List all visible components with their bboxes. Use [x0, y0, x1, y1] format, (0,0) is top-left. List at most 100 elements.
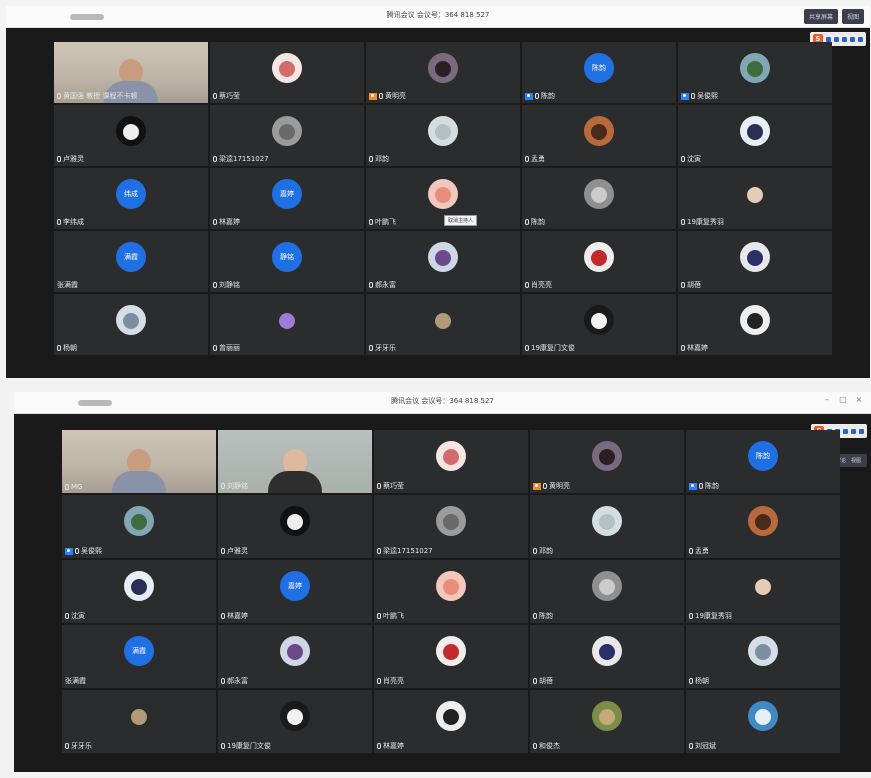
dark-character-avatar: [592, 441, 622, 472]
toolbar-dot-icon[interactable]: [843, 428, 848, 434]
view-menu-item[interactable]: 视图: [851, 457, 861, 464]
participant-tile[interactable]: 静铭 刘静铭: [210, 231, 364, 292]
participant-tile[interactable]: 林嘉婷: [374, 690, 528, 753]
participant-tile[interactable]: 陈韵 陈韵: [522, 42, 676, 103]
toolbar-dot-icon[interactable]: [858, 36, 863, 42]
participant-tile[interactable]: 陈韵: [530, 560, 684, 623]
video-feed: [62, 430, 216, 493]
mic-icon: [681, 219, 685, 225]
participant-tile[interactable]: 吴俊熙: [678, 42, 832, 103]
toolbar-dot-icon[interactable]: [851, 428, 856, 434]
participant-tile[interactable]: 胡蓓: [530, 625, 684, 688]
participant-name: 陈韵: [689, 481, 719, 491]
participant-tile[interactable]: 梁逵17151027: [374, 495, 528, 558]
participant-tile[interactable]: 曾丽丽: [210, 294, 364, 355]
participant-tile[interactable]: 陈韵 陈韵: [686, 430, 840, 493]
mic-icon: [377, 678, 381, 684]
participant-tile[interactable]: 刘冠斌: [686, 690, 840, 753]
participant-tile[interactable]: 叶鹏飞: [366, 168, 520, 229]
participant-tile[interactable]: 纬成 李纬成: [54, 168, 208, 229]
participant-name-text: 邓韵: [375, 155, 389, 163]
boy-avatar: [280, 636, 310, 667]
participant-tile[interactable]: 郝永富: [366, 231, 520, 292]
participant-tile[interactable]: 卢雅灵: [54, 105, 208, 166]
close-button[interactable]: ×: [853, 395, 865, 404]
participant-name: 孟勇: [525, 154, 545, 164]
participant-name: 牙牙乐: [65, 741, 92, 751]
participant-name: 19康复门文俊: [525, 343, 575, 353]
participant-tile[interactable]: 19康复门文俊: [218, 690, 372, 753]
toolbar-dot-icon[interactable]: [842, 36, 847, 42]
participant-tile[interactable]: 刘静铭: [218, 430, 372, 493]
participant-name: 19康复门文俊: [221, 741, 271, 751]
participant-name-text: 陈韵: [705, 482, 719, 490]
participant-tile[interactable]: 19康复秀羽: [678, 168, 832, 229]
participant-tile[interactable]: 黄国强 教授 课程不卡顿: [54, 42, 208, 103]
participant-tile[interactable]: MG: [62, 430, 216, 493]
text-avatar: [584, 178, 614, 209]
toolbar-dot-icon[interactable]: [834, 36, 839, 42]
participant-name-text: 肖亮亮: [531, 281, 552, 289]
participant-tile[interactable]: 陈韵: [522, 168, 676, 229]
participant-name: 林嘉婷: [213, 217, 240, 227]
participant-name: 叶鹏飞: [377, 611, 404, 621]
participant-tile[interactable]: 黄明亮: [530, 430, 684, 493]
participant-name: 牙牙乐: [369, 343, 396, 353]
participant-tile[interactable]: 19康复秀羽: [686, 560, 840, 623]
participant-name-text: 黄明亮: [549, 482, 570, 490]
participant-tile[interactable]: 胡蓓: [678, 231, 832, 292]
participant-tile[interactable]: 满霞 张满霞: [54, 231, 208, 292]
participant-tile[interactable]: 肖亮亮: [522, 231, 676, 292]
participant-tile[interactable]: 沈寅: [62, 560, 216, 623]
participant-tile[interactable]: 满霞 张满霞: [62, 625, 216, 688]
mic-icon: [699, 483, 703, 489]
share-screen-button[interactable]: 共享屏幕: [803, 9, 838, 24]
participant-tile[interactable]: 林嘉婷: [678, 294, 832, 355]
participant-name: 刘静铭: [221, 481, 248, 491]
participant-tile[interactable]: 邓韵: [530, 495, 684, 558]
mic-icon: [369, 219, 373, 225]
participant-name: 沈寅: [681, 154, 701, 164]
participant-tile[interactable]: 19康复门文俊: [522, 294, 676, 355]
participant-tile[interactable]: 嘉婷 林嘉婷: [210, 168, 364, 229]
participant-name-text: 沈寅: [687, 155, 701, 163]
participant-tile[interactable]: 黄明亮: [366, 42, 520, 103]
participant-name-text: 沈寅: [71, 612, 85, 620]
participant-tile[interactable]: 肖亮亮: [374, 625, 528, 688]
participant-tile[interactable]: 沈寅: [678, 105, 832, 166]
participant-tile[interactable]: 卢雅灵: [218, 495, 372, 558]
participant-tile[interactable]: 嘉婷 林嘉婷: [218, 560, 372, 623]
initials-avatar: 静铭: [272, 241, 302, 272]
mic-icon: [681, 345, 685, 351]
view-button[interactable]: 视图: [841, 9, 864, 24]
participant-tile[interactable]: 梁逵17151027: [210, 105, 364, 166]
participant-name-text: 郝永富: [375, 281, 396, 289]
participant-name: 刘冠斌: [689, 741, 716, 751]
participant-tile[interactable]: 孟勇: [686, 495, 840, 558]
toolbar-dot-icon[interactable]: [826, 36, 831, 42]
participant-tile[interactable]: 牙牙乐: [62, 690, 216, 753]
mic-icon: [57, 219, 61, 225]
participant-tile[interactable]: 蔡巧莹: [210, 42, 364, 103]
participant-tile[interactable]: 杨朝: [686, 625, 840, 688]
participant-name-text: 肖亮亮: [383, 677, 404, 685]
participant-tile[interactable]: 邓韵: [366, 105, 520, 166]
minimize-button[interactable]: –: [821, 395, 833, 404]
participant-tile[interactable]: 牙牙乐: [366, 294, 520, 355]
participant-name-text: 卢雅灵: [63, 155, 84, 163]
mic-icon: [57, 345, 61, 351]
participant-tile[interactable]: 叶鹏飞: [374, 560, 528, 623]
maximize-button[interactable]: □: [837, 395, 849, 404]
participant-name-text: 19康复秀羽: [695, 612, 732, 620]
participant-tile[interactable]: 孟勇: [522, 105, 676, 166]
mic-icon: [369, 282, 373, 288]
toolbar-dot-icon[interactable]: [859, 428, 864, 434]
participant-tile[interactable]: 郝永富: [218, 625, 372, 688]
participant-tile[interactable]: 和俊杰: [530, 690, 684, 753]
toolbar-dot-icon[interactable]: [850, 36, 855, 42]
participant-name-text: 19康复秀羽: [687, 218, 724, 226]
participant-tile[interactable]: 吴俊熙: [62, 495, 216, 558]
participant-tile[interactable]: 杨朝: [54, 294, 208, 355]
participant-gallery: 黄国强 教授 课程不卡顿 蔡巧莹 黄明亮 陈韵 陈韵 吴俊熙卢雅灵 梁逵17151027 邓韵…: [54, 42, 832, 355]
participant-tile[interactable]: 蔡巧莹: [374, 430, 528, 493]
